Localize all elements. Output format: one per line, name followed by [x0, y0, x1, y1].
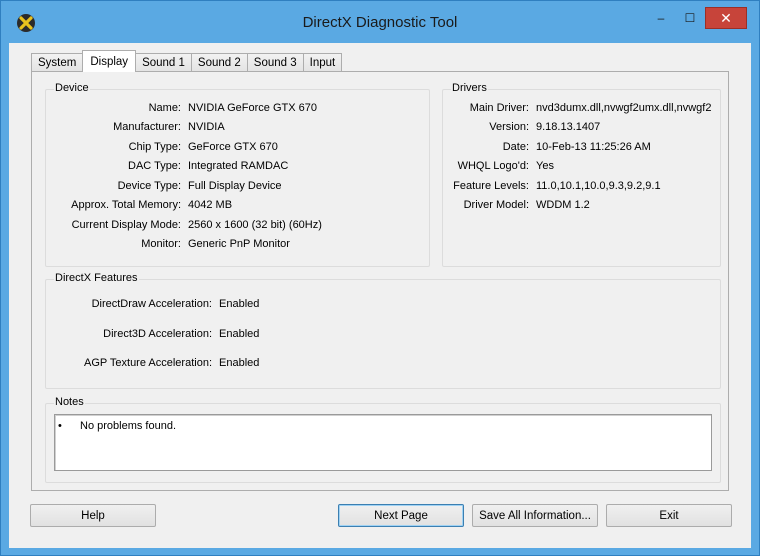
features-group-title: DirectX Features	[54, 272, 139, 284]
dac-type-value: Integrated RAMDAC	[188, 160, 289, 172]
device-group: Device Name: NVIDIA GeForce GTX 670 Manu…	[45, 82, 430, 267]
monitor-value: Generic PnP Monitor	[188, 238, 290, 250]
maximize-button[interactable]: ☐	[676, 7, 704, 29]
feature-row-agp: AGP Texture Acceleration: Enabled	[46, 357, 259, 369]
dac-type-label: DAC Type:	[128, 160, 181, 172]
device-row-display-mode: Current Display Mode: 2560 x 1600 (32 bi…	[46, 219, 322, 231]
direct3d-label: Direct3D Acceleration:	[103, 328, 212, 340]
client-area: System Display Sound 1 Sound 2 Sound 3 I…	[9, 43, 751, 548]
direct3d-value: Enabled	[219, 328, 260, 340]
notes-bullet: •	[58, 420, 62, 432]
tab-input[interactable]: Input	[302, 53, 343, 72]
device-row-device-type: Device Type: Full Display Device	[46, 180, 282, 192]
version-value: 9.18.13.1407	[536, 121, 601, 133]
device-row-monitor: Monitor: Generic PnP Monitor	[46, 238, 290, 250]
notes-group-title: Notes	[54, 396, 85, 408]
feature-levels-value: 11.0,10.1,10.0,9.3,9.2,9.1	[536, 180, 661, 192]
device-row-chip-type: Chip Type: GeForce GTX 670	[46, 141, 278, 153]
display-mode-value: 2560 x 1600 (32 bit) (60Hz)	[188, 219, 322, 231]
drivers-group-title: Drivers	[451, 82, 488, 94]
device-row-dac-type: DAC Type: Integrated RAMDAC	[46, 160, 288, 172]
next-page-button[interactable]: Next Page	[338, 504, 464, 527]
driver-row-driver-model: Driver Model: WDDM 1.2	[443, 199, 590, 211]
driver-model-value: WDDM 1.2	[536, 199, 590, 211]
device-type-label: Device Type:	[117, 180, 181, 192]
tab-sound-2[interactable]: Sound 2	[190, 53, 248, 72]
directx-features-group: DirectX Features DirectDraw Acceleration…	[45, 272, 721, 389]
tab-strip: System Display Sound 1 Sound 2 Sound 3 I…	[31, 50, 343, 72]
tab-system[interactable]: System	[31, 53, 84, 72]
whql-value: Yes	[536, 160, 554, 172]
date-label: Date:	[502, 141, 529, 153]
feature-row-direct3d: Direct3D Acceleration: Enabled	[46, 328, 259, 340]
driver-row-main-driver: Main Driver: nvd3dumx.dll,nvwgf2umx.dll,…	[443, 102, 712, 114]
exit-button[interactable]: Exit	[606, 504, 732, 527]
directdraw-label: DirectDraw Acceleration:	[91, 298, 212, 310]
notes-group: Notes • No problems found.	[45, 396, 721, 483]
main-driver-label: Main Driver:	[469, 102, 529, 114]
whql-label: WHQL Logo'd:	[457, 160, 529, 172]
memory-value: 4042 MB	[188, 199, 233, 211]
date-value: 10-Feb-13 11:25:26 AM	[536, 141, 651, 153]
agp-value: Enabled	[219, 357, 260, 369]
device-row-name: Name: NVIDIA GeForce GTX 670	[46, 102, 317, 114]
notes-item: No problems found.	[80, 420, 176, 432]
title-bar[interactable]: DirectX Diagnostic Tool – ☐ ✕	[1, 1, 759, 43]
minimize-button[interactable]: –	[647, 7, 675, 29]
manufacturer-label: Manufacturer:	[113, 121, 181, 133]
close-button[interactable]: ✕	[705, 7, 747, 29]
feature-row-directdraw: DirectDraw Acceleration: Enabled	[46, 298, 260, 310]
device-type-value: Full Display Device	[188, 180, 282, 192]
driver-model-label: Driver Model:	[463, 199, 529, 211]
driver-row-whql: WHQL Logo'd: Yes	[443, 160, 554, 172]
driver-row-version: Version: 9.18.13.1407	[443, 121, 600, 133]
dxdiag-window: DirectX Diagnostic Tool – ☐ ✕ System Dis…	[0, 0, 760, 556]
tab-sound-3[interactable]: Sound 3	[246, 53, 304, 72]
device-row-memory: Approx. Total Memory: 4042 MB	[46, 199, 232, 211]
chip-type-label: Chip Type:	[128, 141, 181, 153]
save-all-information-button[interactable]: Save All Information...	[472, 504, 598, 527]
tab-display[interactable]: Display	[82, 50, 137, 72]
help-button[interactable]: Help	[30, 504, 156, 527]
driver-row-feature-levels: Feature Levels: 11.0,10.1,10.0,9.3,9.2,9…	[443, 180, 661, 192]
window-title: DirectX Diagnostic Tool	[302, 14, 458, 31]
main-driver-value: nvd3dumx.dll,nvwgf2umx.dll,nvwgf2	[536, 102, 712, 114]
driver-row-date: Date: 10-Feb-13 11:25:26 AM	[443, 141, 651, 153]
memory-label: Approx. Total Memory:	[71, 199, 181, 211]
device-name-label: Name:	[148, 102, 181, 114]
notes-textbox[interactable]: • No problems found.	[54, 414, 712, 471]
monitor-label: Monitor:	[141, 238, 181, 250]
manufacturer-value: NVIDIA	[188, 121, 225, 133]
chip-type-value: GeForce GTX 670	[188, 141, 278, 153]
device-row-manufacturer: Manufacturer: NVIDIA	[46, 121, 225, 133]
directdraw-value: Enabled	[219, 298, 260, 310]
drivers-group: Drivers Main Driver: nvd3dumx.dll,nvwgf2…	[442, 82, 721, 267]
device-group-title: Device	[54, 82, 90, 94]
feature-levels-label: Feature Levels:	[453, 180, 529, 192]
version-label: Version:	[489, 121, 529, 133]
agp-label: AGP Texture Acceleration:	[84, 357, 212, 369]
display-mode-label: Current Display Mode:	[71, 219, 181, 231]
tab-sound-1[interactable]: Sound 1	[135, 53, 192, 72]
device-name-value: NVIDIA GeForce GTX 670	[188, 102, 317, 114]
display-page: Device Name: NVIDIA GeForce GTX 670 Manu…	[31, 71, 729, 491]
